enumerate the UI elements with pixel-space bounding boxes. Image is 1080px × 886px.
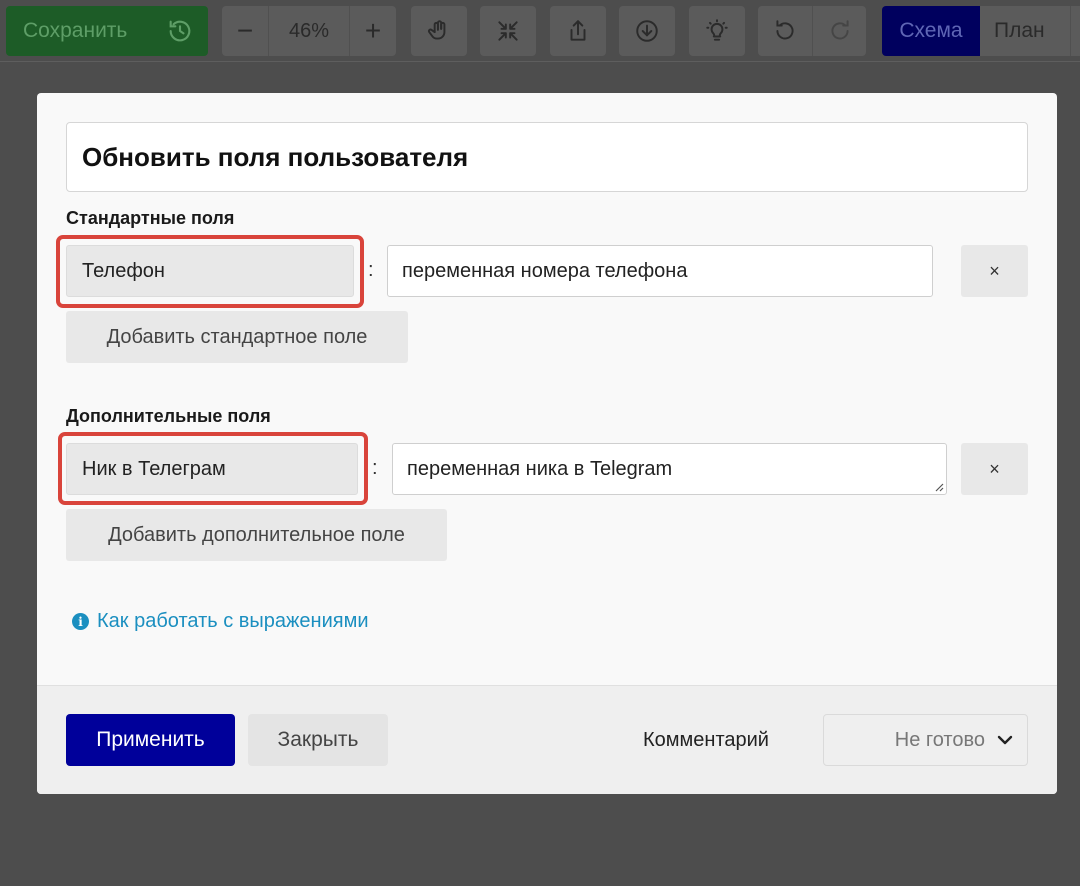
standard-fields-label: Стандартные поля (66, 208, 235, 228)
download-circle-icon (636, 20, 658, 42)
dialog-title[interactable]: Обновить поля пользователя (66, 122, 1028, 192)
view-mode-switch: Схема План (882, 6, 1080, 56)
save-button-label: Сохранить (23, 19, 128, 42)
pan-tool-button[interactable] (411, 6, 467, 56)
add-standard-field-button[interactable]: Добавить стандартное поле (66, 311, 408, 363)
zoom-out-button[interactable]: − (222, 6, 268, 56)
redo-button[interactable] (812, 6, 866, 56)
dialog-footer: Применить Закрыть Комментарий Не готово (37, 685, 1057, 794)
apply-button[interactable]: Применить (66, 714, 235, 766)
field-separator: : (368, 259, 374, 281)
chevron-down-icon (997, 735, 1013, 745)
update-user-fields-dialog: Обновить поля пользователя Стандартные п… (37, 93, 1057, 794)
save-button[interactable]: Сохранить (6, 6, 208, 56)
undo-icon (776, 20, 794, 40)
standard-field-key[interactable]: Телефон (66, 245, 354, 297)
expressions-help-link[interactable]: i Как работать с выражениями (72, 610, 369, 633)
close-button[interactable]: Закрыть (248, 714, 388, 766)
mode-scheme-tab[interactable]: Схема (882, 6, 980, 56)
history-controls (758, 6, 866, 56)
redo-icon (830, 20, 849, 40)
download-button[interactable] (619, 6, 675, 56)
zoom-control: − 46% + (222, 6, 396, 56)
remove-standard-field-button[interactable]: × (961, 245, 1028, 297)
undo-button[interactable] (758, 6, 812, 56)
extra-fields-label: Дополнительные поля (66, 406, 271, 426)
extra-field-key[interactable]: Ник в Телеграм (66, 443, 358, 495)
resize-grip-icon[interactable] (934, 482, 944, 492)
fit-view-button[interactable] (480, 6, 536, 56)
expressions-help-text: Как работать с выражениями (97, 610, 369, 632)
hints-button[interactable] (689, 6, 745, 56)
remove-extra-field-button[interactable]: × (961, 443, 1028, 495)
zoom-in-button[interactable]: + (350, 6, 396, 56)
field-separator: : (372, 457, 378, 479)
add-extra-field-button[interactable]: Добавить дополнительное поле (66, 509, 447, 561)
status-select[interactable]: Не готово (823, 714, 1028, 766)
history-icon[interactable] (166, 17, 194, 45)
lightbulb-icon (706, 19, 728, 41)
extra-field-value-textarea[interactable]: переменная ника в Telegram (392, 443, 947, 495)
top-toolbar: Сохранить − 46% + Схема План (0, 0, 1080, 62)
export-button[interactable] (550, 6, 606, 56)
info-icon: i (72, 613, 89, 630)
mode-plan-tab[interactable]: План (980, 6, 1070, 56)
comment-button[interactable]: Комментарий (643, 729, 769, 752)
collapse-arrows-icon (498, 21, 518, 41)
standard-field-value-input[interactable]: переменная номера телефона (387, 245, 933, 297)
zoom-level: 46% (268, 6, 350, 56)
extra-field-value-text: переменная ника в Telegram (407, 457, 673, 480)
hand-icon (428, 20, 446, 40)
mode-extra-tab[interactable] (1070, 6, 1080, 56)
status-select-value: Не готово (894, 728, 985, 751)
share-icon (570, 20, 586, 41)
